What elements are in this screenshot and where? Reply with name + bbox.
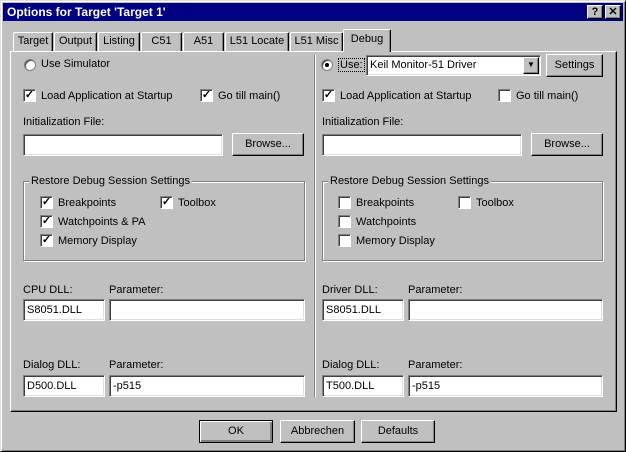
- cpu-dll-input[interactable]: S8051.DLL: [23, 299, 105, 321]
- right-dialog-dll-label: Dialog DLL:: [322, 359, 380, 371]
- right-go-main-checkbox[interactable]: [498, 89, 511, 102]
- driver-dll-label: Driver DLL:: [322, 284, 378, 296]
- left-memory-label[interactable]: Memory Display: [58, 235, 137, 247]
- tab-l51-locate[interactable]: L51 Locate: [225, 32, 289, 51]
- left-dialog-dll-input[interactable]: D500.DLL: [23, 375, 105, 397]
- right-memory-checkbox[interactable]: [338, 234, 351, 247]
- left-toolbox-label[interactable]: Toolbox: [178, 197, 216, 209]
- tab-c51[interactable]: C51: [141, 32, 182, 51]
- options-dialog: Options for Target 'Target 1' ? ✕ Target…: [0, 0, 626, 452]
- right-load-app-label[interactable]: Load Application at Startup: [340, 90, 471, 102]
- left-browse-button[interactable]: Browse...: [232, 133, 304, 156]
- right-restore-title: Restore Debug Session Settings: [328, 175, 491, 187]
- use-driver-radio[interactable]: [321, 59, 333, 71]
- tab-target[interactable]: Target: [13, 32, 53, 51]
- driver-dll-input[interactable]: S8051.DLL: [322, 299, 404, 321]
- left-toolbox-checkbox[interactable]: ✓: [160, 196, 173, 209]
- tab-l51-misc[interactable]: L51 Misc: [290, 32, 343, 51]
- left-memory-checkbox[interactable]: ✓: [40, 234, 53, 247]
- use-simulator-radio[interactable]: [24, 59, 36, 71]
- cpu-param-input[interactable]: [109, 299, 305, 321]
- title-bar: Options for Target 'Target 1' ? ✕: [3, 3, 623, 21]
- driver-param-input[interactable]: [408, 299, 603, 321]
- left-go-main-checkbox[interactable]: ✓: [200, 89, 213, 102]
- driver-select[interactable]: Keil Monitor-51 Driver ▼: [366, 55, 541, 76]
- tab-debug[interactable]: Debug: [343, 29, 391, 52]
- left-restore-title: Restore Debug Session Settings: [29, 175, 192, 187]
- right-dialog-param-label: Parameter:: [408, 359, 463, 371]
- driver-select-value: Keil Monitor-51 Driver: [370, 59, 477, 71]
- right-toolbox-label[interactable]: Toolbox: [476, 197, 514, 209]
- right-init-file-input[interactable]: [322, 134, 522, 156]
- left-watchpoints-label[interactable]: Watchpoints & PA: [58, 216, 145, 228]
- right-load-app-checkbox[interactable]: ✓: [322, 89, 335, 102]
- right-browse-button[interactable]: Browse...: [531, 133, 603, 156]
- right-go-main-label[interactable]: Go till main(): [516, 90, 578, 102]
- left-watchpoints-checkbox[interactable]: ✓: [40, 215, 53, 228]
- right-dialog-dll-input[interactable]: T500.DLL: [322, 375, 404, 397]
- use-simulator-label[interactable]: Use Simulator: [41, 58, 110, 70]
- tab-output[interactable]: Output: [54, 32, 97, 51]
- panel-divider: [314, 55, 316, 397]
- driver-param-label: Parameter:: [408, 284, 463, 296]
- tab-a51[interactable]: A51: [183, 32, 224, 51]
- left-dialog-param-input[interactable]: -p515: [109, 375, 305, 397]
- left-init-file-label: Initialization File:: [23, 116, 105, 128]
- right-dialog-param-input[interactable]: -p515: [408, 375, 603, 397]
- help-icon[interactable]: ?: [587, 5, 603, 19]
- close-icon[interactable]: ✕: [605, 5, 621, 19]
- left-load-app-checkbox[interactable]: ✓: [23, 89, 36, 102]
- left-breakpoints-checkbox[interactable]: ✓: [40, 196, 53, 209]
- left-dialog-param-label: Parameter:: [109, 359, 164, 371]
- left-init-file-input[interactable]: [23, 134, 223, 156]
- use-driver-label[interactable]: Use:: [338, 58, 365, 72]
- tab-listing[interactable]: Listing: [98, 32, 140, 51]
- right-watchpoints-checkbox[interactable]: [338, 215, 351, 228]
- right-breakpoints-checkbox[interactable]: [338, 196, 351, 209]
- ok-button[interactable]: OK: [199, 420, 273, 443]
- left-go-main-label[interactable]: Go till main(): [218, 90, 280, 102]
- window-title: Options for Target 'Target 1': [7, 5, 166, 19]
- left-breakpoints-label[interactable]: Breakpoints: [58, 197, 116, 209]
- cancel-button[interactable]: Abbrechen: [280, 420, 355, 443]
- chevron-down-icon[interactable]: ▼: [523, 57, 539, 74]
- left-load-app-label[interactable]: Load Application at Startup: [41, 90, 172, 102]
- settings-button[interactable]: Settings: [546, 54, 603, 77]
- right-init-file-label: Initialization File:: [322, 116, 404, 128]
- right-watchpoints-label[interactable]: Watchpoints: [356, 216, 416, 228]
- left-dialog-dll-label: Dialog DLL:: [23, 359, 81, 371]
- defaults-button[interactable]: Defaults: [361, 420, 435, 443]
- right-memory-label[interactable]: Memory Display: [356, 235, 435, 247]
- right-breakpoints-label[interactable]: Breakpoints: [356, 197, 414, 209]
- right-toolbox-checkbox[interactable]: [458, 196, 471, 209]
- cpu-dll-label: CPU DLL:: [23, 284, 73, 296]
- cpu-param-label: Parameter:: [109, 284, 164, 296]
